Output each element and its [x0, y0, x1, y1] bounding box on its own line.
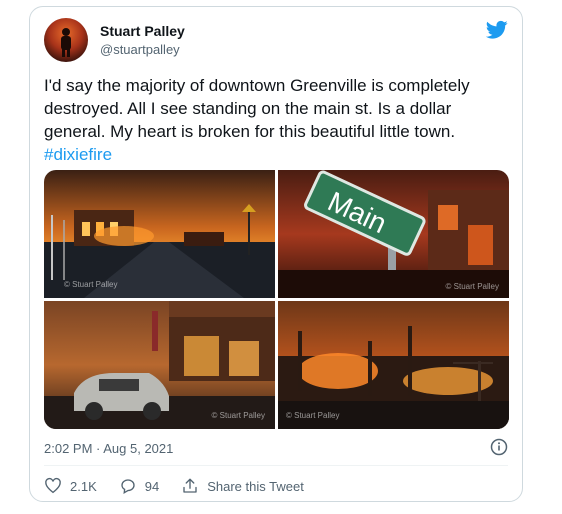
like-button[interactable]: 2.1K	[44, 477, 97, 495]
media-grid: © Stuart Palley Main © Stuart Palley © S…	[44, 170, 509, 429]
photo-burned-car[interactable]: © Stuart Palley	[44, 301, 275, 429]
avatar[interactable]	[44, 18, 88, 62]
author-handle[interactable]: @stuartpalley	[100, 42, 180, 57]
divider	[44, 465, 508, 466]
author-name[interactable]: Stuart Palley	[100, 23, 185, 39]
tweet-body: I'd say the majority of downtown Greenvi…	[44, 76, 470, 141]
photo-main-street-sign[interactable]: Main © Stuart Palley	[278, 170, 509, 298]
share-icon	[183, 478, 197, 493]
photo-watermark: © Stuart Palley	[64, 280, 118, 289]
tweet-timestamp[interactable]: 2:02 PM · Aug 5, 2021	[44, 441, 173, 456]
twitter-bird-icon[interactable]	[486, 20, 508, 40]
reply-button[interactable]: 94	[119, 477, 159, 495]
tweet-text: I'd say the majority of downtown Greenvi…	[44, 74, 512, 166]
photo-watermark: © Stuart Palley	[445, 282, 499, 291]
photo-watermark: © Stuart Palley	[286, 411, 340, 420]
heart-icon	[45, 477, 61, 494]
share-button[interactable]: Share this Tweet	[181, 477, 304, 495]
hashtag-link[interactable]: #dixiefire	[44, 145, 112, 164]
firefighter-silhouette-icon	[61, 28, 71, 57]
action-bar: 2.1K 94 Share this Tweet	[44, 475, 326, 497]
reply-count: 94	[144, 478, 160, 494]
tweet-card: Stuart Palley @stuartpalley I'd say the …	[29, 6, 523, 502]
info-icon[interactable]	[490, 438, 508, 456]
photo-watermark: © Stuart Palley	[211, 411, 265, 420]
photo-burning-street[interactable]: © Stuart Palley	[44, 170, 275, 298]
share-label: Share this Tweet	[207, 478, 304, 494]
reply-bubble-icon	[121, 479, 135, 495]
like-count: 2.1K	[70, 478, 97, 494]
tweet-header: Stuart Palley @stuartpalley	[44, 18, 508, 62]
photo-burning-ruins[interactable]: © Stuart Palley	[278, 301, 509, 429]
